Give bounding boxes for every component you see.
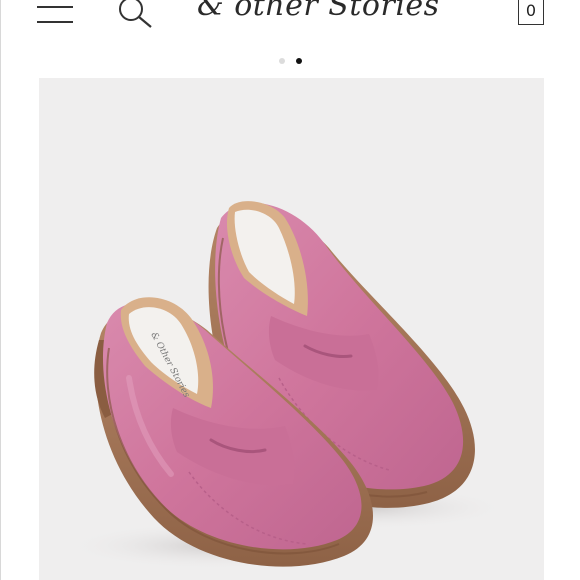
menu-button[interactable] (37, 0, 75, 26)
brand-logo[interactable]: & other Stories (197, 0, 439, 28)
hamburger-menu-icon (37, 6, 73, 23)
product-page: & other Stories 0 & Other Stories (0, 0, 580, 580)
site-header: & other Stories 0 (1, 0, 580, 40)
search-button[interactable] (116, 0, 156, 30)
product-image[interactable]: & Other Stories (39, 78, 544, 580)
pink-loafers-illustration: & Other Stories (64, 201, 509, 570)
carousel-indicators (277, 58, 307, 66)
carousel-dot-1[interactable] (279, 58, 285, 64)
carousel-dot-2-active[interactable] (296, 58, 302, 64)
shopping-bag-button[interactable]: 0 (518, 0, 544, 25)
cart-count: 0 (525, 1, 537, 20)
search-icon (119, 0, 152, 28)
